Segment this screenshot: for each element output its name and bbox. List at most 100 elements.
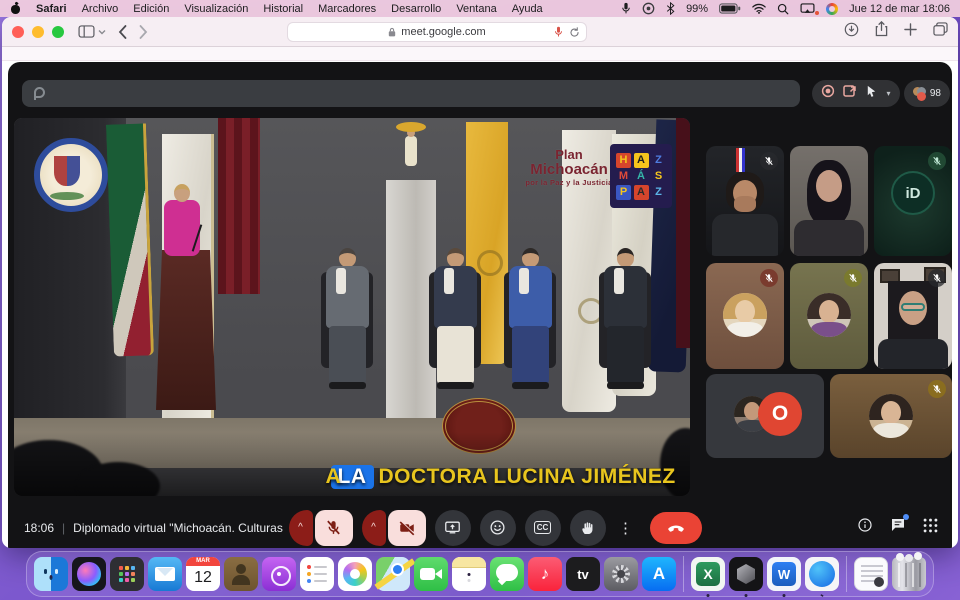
- participants-pill[interactable]: 98: [904, 80, 950, 107]
- reactions-button[interactable]: [480, 510, 516, 546]
- address-text: meet.google.com: [401, 26, 485, 38]
- plan-line1: Plan: [519, 148, 619, 162]
- menubar-item-historial[interactable]: Historial: [263, 3, 303, 15]
- dock-appstore-icon[interactable]: A: [642, 557, 676, 591]
- dock-reminders-icon[interactable]: [300, 557, 334, 591]
- new-tab-icon[interactable]: [904, 23, 917, 41]
- participant-tile-4[interactable]: [706, 263, 784, 369]
- page-mic-icon[interactable]: [554, 26, 563, 38]
- downloads-icon[interactable]: [844, 22, 859, 42]
- menubar-item-ayuda[interactable]: Ayuda: [512, 3, 543, 15]
- participant-tile-2[interactable]: [790, 146, 868, 256]
- participant-tile-1[interactable]: [706, 146, 784, 256]
- meet-top-actions: ▾: [812, 80, 900, 107]
- mic-muted-button[interactable]: [315, 510, 353, 546]
- dock-music-icon[interactable]: ♪: [528, 557, 562, 591]
- dock-maps-icon[interactable]: [376, 557, 410, 591]
- zoom-window-button[interactable]: [52, 26, 64, 38]
- dock-calendar-icon[interactable]: MAR 12: [186, 557, 220, 591]
- dock-hexagon-app-icon[interactable]: [729, 557, 763, 591]
- dock-contacts-icon[interactable]: [224, 557, 258, 591]
- present-screen-button[interactable]: [435, 510, 471, 546]
- plan-line2: Michoacán: [519, 162, 619, 178]
- menubar-item-visualizacion[interactable]: Visualización: [184, 3, 248, 15]
- spotlight-search-icon[interactable]: [777, 3, 789, 15]
- dock-mail-icon[interactable]: [148, 557, 182, 591]
- dock-launchpad-icon[interactable]: [110, 557, 144, 591]
- dock-notes-icon[interactable]: [452, 557, 486, 591]
- creative-cloud-icon[interactable]: [642, 2, 655, 15]
- menubar-clock[interactable]: Jue 12 de mar 18:06: [849, 3, 950, 15]
- apple-menu-icon[interactable]: [10, 3, 21, 14]
- menubar-item-ventana[interactable]: Ventana: [456, 3, 496, 15]
- dock-safari-icon[interactable]: [805, 557, 839, 591]
- participant-tile-5[interactable]: [790, 263, 868, 369]
- main-stage-video[interactable]: Plan Michoacán por la Paz y la Justicia …: [14, 118, 690, 496]
- participant-tile-6[interactable]: [874, 263, 952, 369]
- menubar-item-marcadores[interactable]: Marcadores: [318, 3, 376, 15]
- mic-off-icon: [760, 269, 778, 287]
- dock-facetime-icon[interactable]: [414, 557, 448, 591]
- mic-off-icon: [844, 269, 862, 287]
- forward-button[interactable]: [139, 25, 148, 39]
- close-window-button[interactable]: [12, 26, 24, 38]
- dock-system-settings-icon[interactable]: [604, 557, 638, 591]
- participant-tile-3[interactable]: iD: [874, 146, 952, 256]
- wifi-icon[interactable]: [752, 3, 766, 14]
- dock-trash-icon[interactable]: [892, 557, 926, 591]
- screen-mirroring-icon[interactable]: [800, 3, 815, 14]
- chat-icon[interactable]: [890, 517, 906, 538]
- menubar-item-desarrollo[interactable]: Desarrollo: [391, 3, 441, 15]
- menubar-item-archivo[interactable]: Archivo: [82, 3, 119, 15]
- end-call-button[interactable]: [650, 512, 702, 544]
- more-options-button[interactable]: ⋮: [615, 510, 637, 546]
- seated-person-4: [595, 248, 655, 423]
- participant-tile-8[interactable]: [830, 374, 952, 458]
- dock-word-icon[interactable]: W: [767, 557, 801, 591]
- meet-top-bar[interactable]: [22, 80, 800, 107]
- meeting-details-icon[interactable]: [857, 517, 873, 538]
- dock-photos-icon[interactable]: [338, 557, 372, 591]
- menubar-app-name[interactable]: Safari: [36, 3, 67, 15]
- pointer-icon[interactable]: [865, 85, 878, 103]
- address-bar[interactable]: meet.google.com: [287, 22, 587, 42]
- meet-topbar-icon: [32, 87, 42, 100]
- back-button[interactable]: [118, 25, 127, 39]
- dock-appletv-icon[interactable]: tv: [566, 557, 600, 591]
- sidebar-toggle-icon[interactable]: [78, 25, 106, 38]
- battery-icon[interactable]: [719, 3, 741, 14]
- reload-icon[interactable]: [569, 27, 580, 38]
- captions-button[interactable]: CC: [525, 510, 561, 546]
- recording-icon[interactable]: [821, 84, 835, 103]
- curtain-edge: [676, 118, 690, 348]
- chevron-down-icon[interactable]: ▾: [886, 89, 890, 98]
- menubar-item-edicion[interactable]: Edición: [133, 3, 169, 15]
- dock-siri-icon[interactable]: [72, 557, 106, 591]
- dock-messages-icon[interactable]: [490, 557, 524, 591]
- share-icon[interactable]: [875, 21, 888, 42]
- menubar-mic-icon[interactable]: [621, 2, 631, 15]
- plan-michoacan-text: Plan Michoacán por la Paz y la Justicia: [519, 148, 619, 187]
- browser-orb-icon[interactable]: [826, 3, 838, 15]
- dock-downloads-document-icon[interactable]: [854, 557, 888, 591]
- mic-options-button[interactable]: ^: [289, 510, 313, 546]
- camera-off-button[interactable]: [388, 510, 426, 546]
- haz-mas-paz-logo: HAZ MÁS PAZ: [610, 144, 672, 208]
- dock-finder-icon[interactable]: [34, 557, 68, 591]
- minimize-window-button[interactable]: [32, 26, 44, 38]
- dock-podcasts-icon[interactable]: [262, 557, 296, 591]
- participant-count: 98: [930, 88, 941, 99]
- caption-prefix: A: [326, 465, 342, 489]
- activities-icon[interactable]: [923, 518, 938, 538]
- present-tab-icon[interactable]: [843, 84, 857, 103]
- raise-hand-button[interactable]: [570, 510, 606, 546]
- bluetooth-icon[interactable]: [666, 2, 675, 15]
- company-logo: iD: [891, 171, 935, 215]
- dock-divider: [683, 556, 684, 592]
- tab-overview-icon[interactable]: [933, 22, 948, 41]
- dock-excel-icon[interactable]: X: [691, 557, 725, 591]
- camera-options-button[interactable]: ^: [362, 510, 386, 546]
- avatar: [869, 394, 913, 438]
- participant-tile-7[interactable]: O: [706, 374, 824, 458]
- meeting-info: 18:06 | Diplomado virtual "Michoacán. Cu…: [24, 521, 284, 535]
